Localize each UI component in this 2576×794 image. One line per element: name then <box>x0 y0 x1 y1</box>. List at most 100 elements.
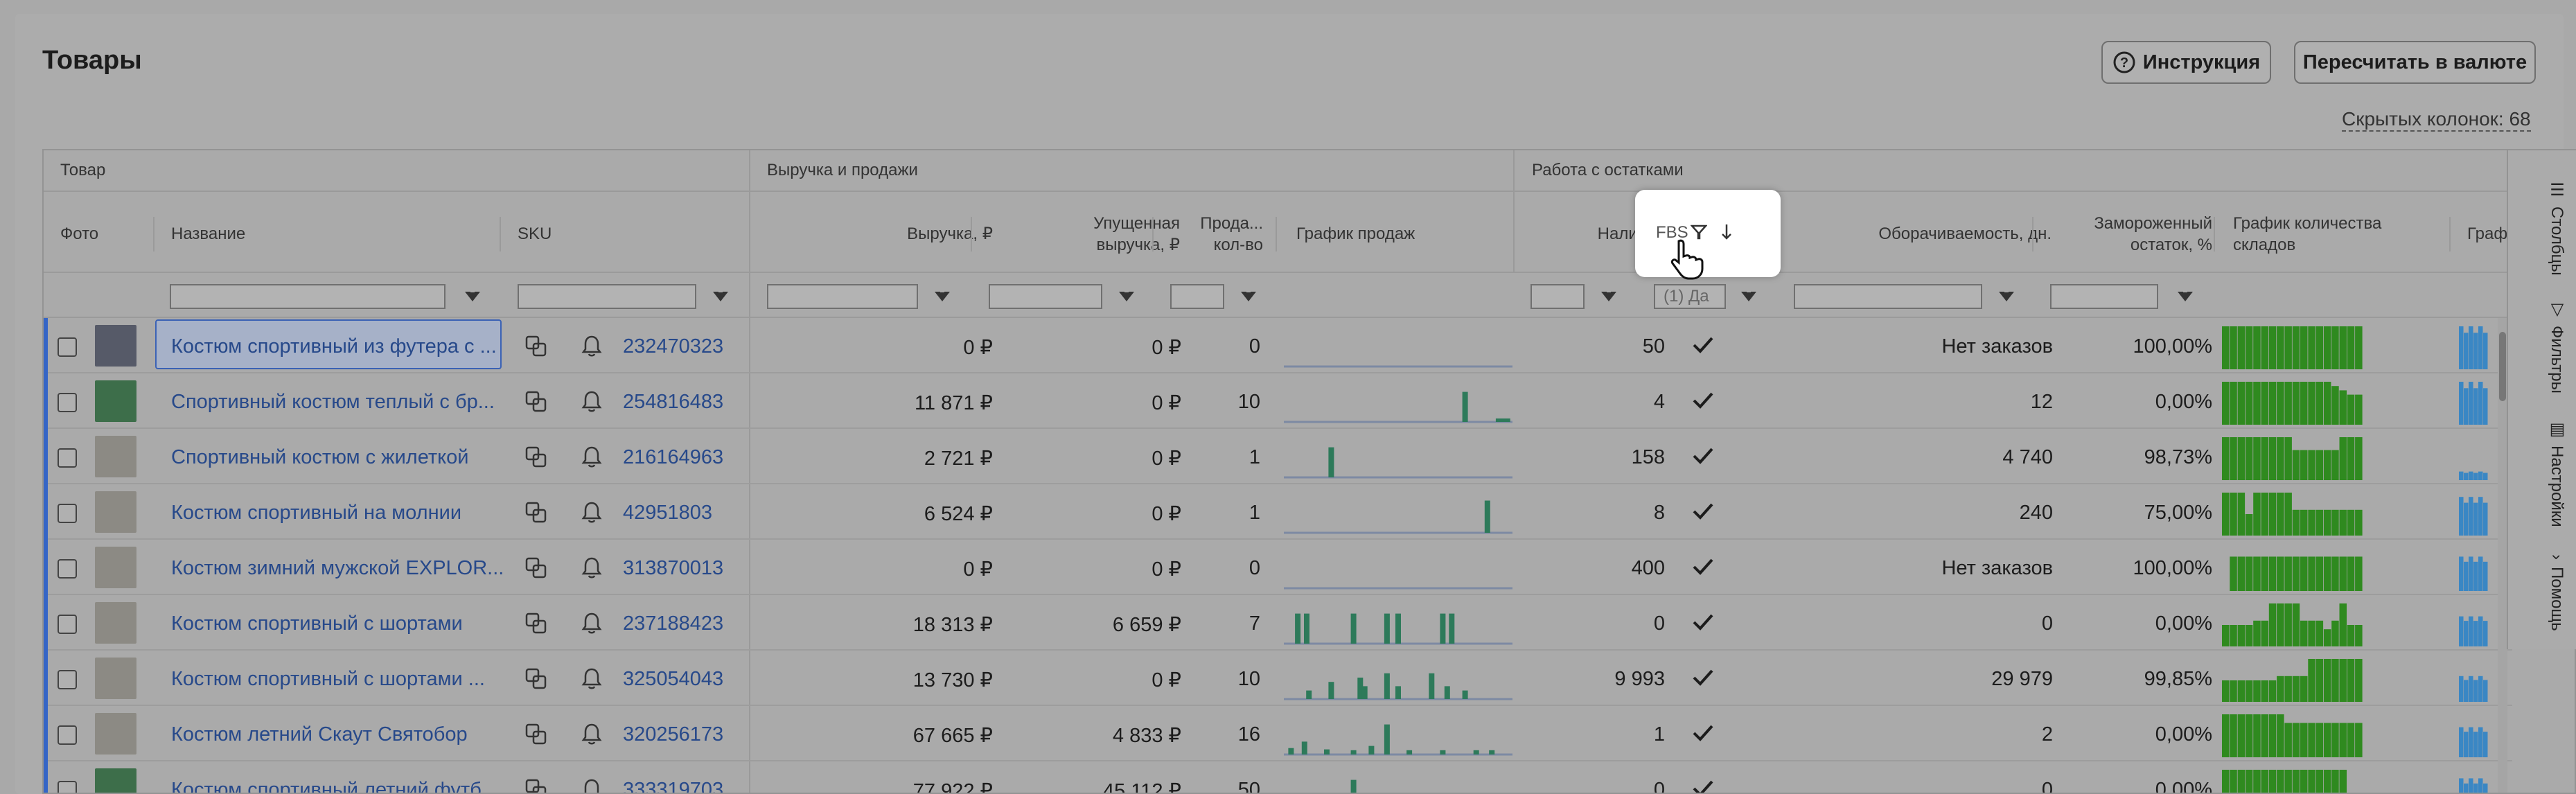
col-revenue[interactable]: Выручка, ₽ <box>806 223 993 245</box>
product-name-link[interactable]: Костюм зимний мужской EXPLOR... <box>171 557 504 580</box>
col-turnover[interactable]: Оборачиваемость, дн. <box>1795 223 2052 245</box>
product-name-link[interactable]: Костюм спортивный с шортами ... <box>171 668 485 691</box>
col-sales-qty[interactable]: Прода... кол-во <box>1187 213 1263 256</box>
product-name-link[interactable]: Костюм летний Скаут Святобор <box>171 723 468 746</box>
sku-link[interactable]: 325054043 <box>623 668 723 691</box>
table-row[interactable]: Костюм спортивный с шортами ... 325054043… <box>44 651 2512 706</box>
table-row[interactable]: Спортивный костюм с жилеткой 216164963 2 7… <box>44 429 2512 484</box>
side-tab-help[interactable]: › Помощь <box>2522 554 2576 651</box>
product-name-link[interactable]: Костюм спортивный с шортами <box>171 612 463 635</box>
lost-revenue-filter-input[interactable] <box>989 284 1102 309</box>
sku-link[interactable]: 42951803 <box>623 502 712 524</box>
qty-filter-input[interactable] <box>1170 284 1224 309</box>
filter-icon[interactable] <box>1691 224 1707 240</box>
table-row[interactable]: Костюм спортивный с шортами 237188423 18 3… <box>44 595 2512 651</box>
row-checkbox[interactable] <box>58 670 77 689</box>
col-lost-revenue[interactable]: Упущенная выручка, ₽ <box>1027 213 1180 256</box>
table-row[interactable]: Костюм летний Скаут Святобор 320256173 67 … <box>44 706 2512 761</box>
copy-icon[interactable] <box>524 667 548 691</box>
col-photo[interactable]: Фото <box>60 223 98 245</box>
row-checkbox[interactable] <box>58 725 77 745</box>
product-photo[interactable] <box>95 768 136 793</box>
bell-icon[interactable] <box>581 335 602 358</box>
hidden-columns-link[interactable]: Скрытых колонок: 68 <box>2342 108 2531 132</box>
sku-filter-input[interactable] <box>518 284 696 309</box>
recalculate-currency-button[interactable]: Пересчитать в валюте <box>2294 41 2536 84</box>
col-sku[interactable]: SKU <box>518 223 552 245</box>
filter-icon[interactable] <box>935 288 950 301</box>
side-tab-filters[interactable]: ▽ Фильтры <box>2522 299 2576 396</box>
table-row[interactable]: Костюм спортивный на молнии 42951803 6 524… <box>44 484 2512 540</box>
sku-link[interactable]: 320256173 <box>623 723 723 746</box>
sku-link[interactable]: 333319703 <box>623 779 723 793</box>
bell-icon[interactable] <box>581 501 602 524</box>
product-name-link[interactable]: Костюм спортивный из футера с ... <box>171 335 497 358</box>
copy-icon[interactable] <box>524 445 548 469</box>
vertical-scrollbar[interactable] <box>2498 318 2507 793</box>
col-frozen[interactable]: Замороженный остаток, % <box>2067 213 2212 256</box>
filter-icon[interactable] <box>1119 288 1134 301</box>
bell-icon[interactable] <box>581 778 602 794</box>
copy-icon[interactable] <box>524 501 548 524</box>
side-tab-settings[interactable]: ▤ Настройки <box>2522 419 2576 537</box>
scrollbar-thumb[interactable] <box>2499 332 2506 401</box>
col-name[interactable]: Название <box>171 223 245 245</box>
sku-link[interactable]: 237188423 <box>623 612 723 635</box>
filter-icon[interactable] <box>1241 288 1256 301</box>
row-checkbox[interactable] <box>58 393 77 412</box>
bell-icon[interactable] <box>581 556 602 580</box>
sku-link[interactable]: 216164963 <box>623 446 723 469</box>
filter-icon[interactable] <box>1601 288 1616 301</box>
copy-icon[interactable] <box>524 390 548 414</box>
filter-icon[interactable] <box>2178 288 2193 301</box>
bell-icon[interactable] <box>581 667 602 691</box>
side-tab-columns[interactable]: ☰ Столбцы <box>2522 180 2576 284</box>
product-photo[interactable] <box>95 658 136 699</box>
filter-icon[interactable] <box>465 288 480 301</box>
copy-icon[interactable] <box>524 335 548 358</box>
product-name-link[interactable]: Спортивный костюм с жилеткой <box>171 446 468 469</box>
row-checkbox[interactable] <box>58 559 77 579</box>
bell-icon[interactable] <box>581 612 602 635</box>
bell-icon[interactable] <box>581 723 602 746</box>
product-photo[interactable] <box>95 325 136 367</box>
instructions-button[interactable]: ? Инструкция <box>2101 41 2271 84</box>
product-name-link[interactable]: Костюм спортивный на молнии <box>171 502 461 524</box>
bell-icon[interactable] <box>581 390 602 414</box>
table-row[interactable]: Костюм зимний мужской EXPLOR... 313870013… <box>44 540 2512 595</box>
product-photo[interactable] <box>95 491 136 533</box>
row-checkbox[interactable] <box>58 781 77 793</box>
row-checkbox[interactable] <box>58 448 77 468</box>
filter-icon[interactable] <box>1741 288 1756 301</box>
fbs-header-highlight[interactable]: FBS <box>1635 190 1781 280</box>
stock-filter-input[interactable] <box>1530 284 1585 309</box>
row-checkbox[interactable] <box>58 337 77 357</box>
sku-link[interactable]: 254816483 <box>623 391 723 414</box>
turnover-filter-input[interactable] <box>1794 284 1982 309</box>
revenue-filter-input[interactable] <box>767 284 918 309</box>
product-photo[interactable] <box>95 436 136 477</box>
table-row[interactable]: Костюм спортивный из футера с ... 2324703… <box>44 318 2512 373</box>
product-photo[interactable] <box>95 547 136 588</box>
bell-icon[interactable] <box>581 445 602 469</box>
product-photo[interactable] <box>95 713 136 755</box>
row-checkbox[interactable] <box>58 504 77 523</box>
copy-icon[interactable] <box>524 612 548 635</box>
sku-link[interactable]: 232470323 <box>623 335 723 358</box>
col-sales-chart[interactable]: График продаж <box>1296 223 1415 245</box>
filter-icon[interactable] <box>713 288 728 301</box>
table-row[interactable]: Костюм спортивный летний футб... 33331970… <box>44 761 2512 794</box>
sort-arrow-down-icon[interactable] <box>1720 223 1733 241</box>
table-row[interactable]: Спортивный костюм теплый с бр... 25481648… <box>44 373 2512 429</box>
name-filter-input[interactable] <box>170 284 445 309</box>
product-photo[interactable] <box>95 380 136 422</box>
copy-icon[interactable] <box>524 778 548 794</box>
col-warehouse-chart[interactable]: График количества складов <box>2233 213 2381 256</box>
copy-icon[interactable] <box>524 723 548 746</box>
product-photo[interactable] <box>95 602 136 644</box>
fbs-filter-select[interactable]: (1) Да <box>1654 284 1726 309</box>
product-name-link[interactable]: Костюм спортивный летний футб... <box>171 779 498 793</box>
frozen-filter-input[interactable] <box>2050 284 2158 309</box>
copy-icon[interactable] <box>524 556 548 580</box>
sku-link[interactable]: 313870013 <box>623 557 723 580</box>
